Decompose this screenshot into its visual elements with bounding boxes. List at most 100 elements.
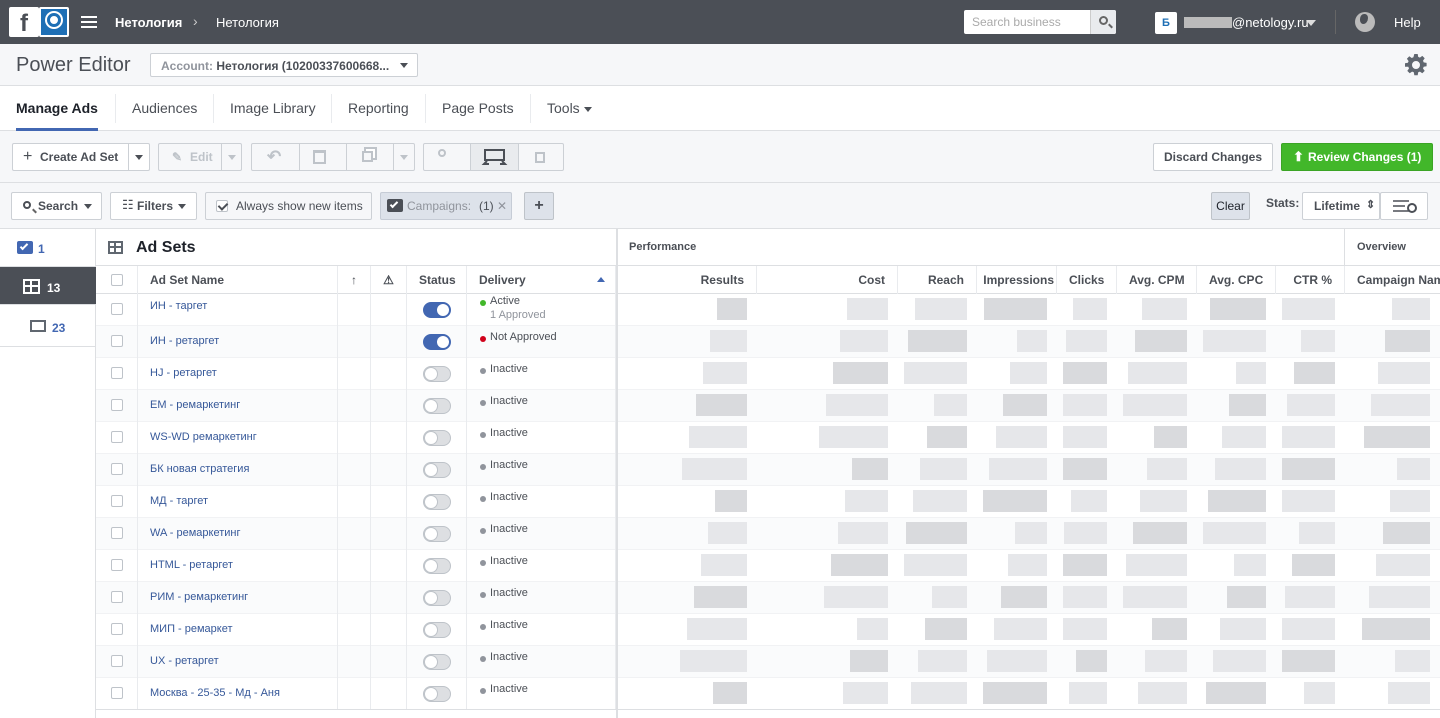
row-checkbox[interactable] bbox=[111, 335, 123, 347]
audience-icon[interactable] bbox=[438, 149, 446, 157]
col-status[interactable]: Status bbox=[407, 266, 467, 294]
col-campaign-name[interactable]: Campaign Nam bbox=[1345, 266, 1440, 294]
search-button[interactable]: Search bbox=[11, 192, 102, 220]
ad-set-name-link[interactable]: МД - таргет bbox=[150, 495, 208, 507]
row-checkbox[interactable] bbox=[111, 527, 123, 539]
table-row[interactable]: ИН - таргет Active 1 Approved bbox=[96, 294, 1440, 326]
table-row[interactable]: HJ - ретаргет Inactive bbox=[96, 358, 1440, 390]
report-icon[interactable] bbox=[535, 152, 545, 163]
row-checkbox[interactable] bbox=[111, 591, 123, 603]
ad-set-name-link[interactable]: ИН - ретаргет bbox=[150, 335, 219, 347]
level-ads[interactable]: 23 bbox=[0, 305, 96, 347]
tab-page-posts[interactable]: Page Posts bbox=[442, 86, 514, 131]
col-reach[interactable]: Reach bbox=[898, 266, 977, 294]
ad-set-name-link[interactable]: UX - ретаргет bbox=[150, 655, 219, 667]
col-ad-set-name[interactable]: Ad Set Name bbox=[138, 266, 338, 294]
table-row[interactable]: МД - таргет Inactive bbox=[96, 486, 1440, 518]
tab-audiences[interactable]: Audiences bbox=[132, 86, 197, 131]
filters-button[interactable]: ☷ Filters bbox=[110, 192, 197, 220]
help-link[interactable]: Help bbox=[1394, 15, 1421, 30]
col-delivery[interactable]: Delivery bbox=[467, 266, 616, 294]
remove-filter-icon[interactable]: ✕ bbox=[497, 193, 507, 219]
breadcrumb-account[interactable]: Нетология bbox=[216, 15, 279, 30]
col-cost[interactable]: Cost bbox=[757, 266, 898, 294]
ad-set-name-link[interactable]: МИП - ремаркет bbox=[150, 623, 233, 635]
status-toggle[interactable] bbox=[423, 654, 451, 670]
ad-set-name-link[interactable]: EM - ремаркетинг bbox=[150, 399, 240, 411]
globe-icon[interactable] bbox=[1355, 12, 1375, 32]
status-toggle[interactable] bbox=[423, 526, 451, 542]
table-row[interactable]: EM - ремаркетинг Inactive bbox=[96, 390, 1440, 422]
table-row[interactable]: Москва - 25-35 - Мд - Аня Inactive bbox=[96, 678, 1440, 710]
warning-icon[interactable]: ⚠ bbox=[371, 266, 407, 294]
col-results[interactable]: Results bbox=[618, 266, 757, 294]
menu-icon[interactable] bbox=[81, 16, 97, 28]
status-toggle[interactable] bbox=[423, 686, 451, 702]
tab-reporting[interactable]: Reporting bbox=[348, 86, 409, 131]
search-button[interactable] bbox=[1090, 10, 1116, 34]
tab-image-library[interactable]: Image Library bbox=[230, 86, 316, 131]
facebook-logo-icon[interactable]: f bbox=[9, 7, 39, 37]
account-email[interactable]: @netology.ru bbox=[1232, 15, 1309, 30]
level-ad-sets[interactable]: 13 bbox=[0, 267, 96, 305]
breadcrumb-business[interactable]: Нетология bbox=[115, 15, 182, 30]
status-toggle[interactable] bbox=[423, 558, 451, 574]
tab-manage-ads[interactable]: Manage Ads bbox=[16, 86, 98, 131]
table-row[interactable]: HTML - ретаргет Inactive bbox=[96, 550, 1440, 582]
row-checkbox[interactable] bbox=[111, 463, 123, 475]
trash-icon[interactable] bbox=[313, 150, 326, 164]
ad-set-name-link[interactable]: WA - ремаркетинг bbox=[150, 527, 240, 539]
row-checkbox[interactable] bbox=[111, 399, 123, 411]
row-checkbox[interactable] bbox=[111, 431, 123, 443]
row-checkbox[interactable] bbox=[111, 559, 123, 571]
ad-set-name-link[interactable]: Москва - 25-35 - Мд - Аня bbox=[150, 687, 280, 699]
col-impressions[interactable]: Impressions bbox=[977, 266, 1057, 294]
col-clicks[interactable]: Clicks bbox=[1057, 266, 1117, 294]
clear-filters-button[interactable]: Clear bbox=[1211, 192, 1250, 220]
row-checkbox[interactable] bbox=[111, 367, 123, 379]
ad-set-name-link[interactable]: ИН - таргет bbox=[150, 300, 207, 312]
edit-button[interactable]: ✎ Edit bbox=[158, 143, 242, 171]
columns-settings-button[interactable] bbox=[1380, 192, 1428, 220]
status-toggle[interactable] bbox=[423, 590, 451, 606]
campaigns-filter-token[interactable]: Campaigns: (1) ✕ bbox=[380, 192, 512, 220]
ad-set-name-link[interactable]: WS-WD ремаркетинг bbox=[150, 431, 257, 443]
create-ad-set-button[interactable]: + Create Ad Set bbox=[12, 143, 150, 171]
chevron-down-icon[interactable] bbox=[1306, 20, 1316, 26]
business-logo-icon[interactable] bbox=[39, 7, 69, 37]
status-toggle[interactable] bbox=[423, 494, 451, 510]
always-show-checkbox[interactable] bbox=[216, 200, 228, 212]
table-row[interactable]: РИМ - ремаркетинг Inactive bbox=[96, 582, 1440, 614]
status-toggle[interactable] bbox=[423, 302, 451, 318]
review-changes-button[interactable]: ⬆ Review Changes (1) bbox=[1281, 143, 1433, 171]
status-toggle[interactable] bbox=[423, 366, 451, 382]
stats-period-select[interactable]: Lifetime ⇕ bbox=[1302, 192, 1380, 220]
sort-up-icon[interactable]: ↑ bbox=[338, 266, 371, 294]
table-row[interactable]: UX - ретаргет Inactive bbox=[96, 646, 1440, 678]
table-row[interactable]: МИП - ремаркет Inactive bbox=[96, 614, 1440, 646]
undo-icon[interactable]: ↶ bbox=[267, 144, 281, 170]
preview-toggle[interactable] bbox=[471, 144, 518, 170]
status-toggle[interactable] bbox=[423, 430, 451, 446]
select-all-checkbox[interactable] bbox=[111, 274, 123, 286]
chevron-down-icon[interactable] bbox=[135, 155, 143, 160]
row-checkbox[interactable] bbox=[111, 623, 123, 635]
account-selector[interactable]: Account: Нетология (10200337600668... bbox=[150, 53, 418, 77]
search-business-input[interactable] bbox=[964, 10, 1090, 34]
add-filter-button[interactable]: + bbox=[524, 192, 554, 220]
tab-tools[interactable]: Tools bbox=[547, 86, 592, 131]
row-checkbox[interactable] bbox=[111, 495, 123, 507]
col-ctr[interactable]: CTR % bbox=[1276, 266, 1345, 294]
always-show-new-items-toggle[interactable]: Always show new items bbox=[205, 192, 372, 220]
ad-set-name-link[interactable]: БК новая стратегия bbox=[150, 463, 249, 475]
table-row[interactable]: БК новая стратегия Inactive bbox=[96, 454, 1440, 486]
row-checkbox[interactable] bbox=[111, 687, 123, 699]
ad-set-name-link[interactable]: HTML - ретаргет bbox=[150, 559, 233, 571]
col-avg-cpm[interactable]: Avg. CPM bbox=[1117, 266, 1197, 294]
status-toggle[interactable] bbox=[423, 334, 451, 350]
status-toggle[interactable] bbox=[423, 622, 451, 638]
table-row[interactable]: WS-WD ремаркетинг Inactive bbox=[96, 422, 1440, 454]
duplicate-icon[interactable] bbox=[362, 151, 373, 162]
discard-changes-button[interactable]: Discard Changes bbox=[1153, 143, 1273, 171]
status-toggle[interactable] bbox=[423, 462, 451, 478]
